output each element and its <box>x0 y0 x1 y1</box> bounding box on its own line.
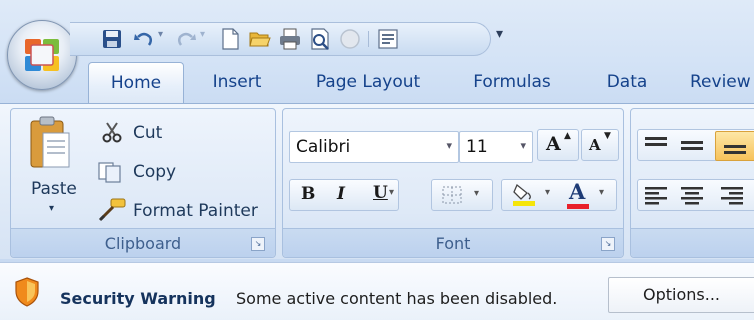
cut-button[interactable]: Cut <box>133 123 162 143</box>
format-painter-button[interactable]: Format Painter <box>133 201 258 221</box>
font-size-dropdown-icon[interactable]: ▾ <box>520 139 526 152</box>
undo-dropdown-icon[interactable]: ▾ <box>158 29 163 40</box>
font-group-label: Font <box>435 234 471 253</box>
undo-icon[interactable] <box>132 27 156 51</box>
font-name-value: Calibri <box>296 137 351 157</box>
shrink-font-button[interactable]: A ▼ <box>581 129 619 161</box>
clipboard-launcher-icon[interactable]: ↘ <box>251 237 265 251</box>
fill-color-icon[interactable] <box>511 181 537 207</box>
copy-button[interactable]: Copy <box>133 162 176 182</box>
underline-button[interactable]: U <box>373 183 388 203</box>
font-size-value: 11 <box>466 137 488 157</box>
tab-page-layout[interactable]: Page Layout <box>300 62 436 102</box>
tab-home[interactable]: Home <box>88 62 184 103</box>
paste-dropdown-icon[interactable]: ▾ <box>49 203 54 214</box>
align-right-icon[interactable] <box>719 185 745 205</box>
underline-dropdown-icon[interactable]: ▾ <box>389 187 394 198</box>
alignment-label-bar <box>631 228 754 257</box>
properties-icon[interactable] <box>376 27 400 51</box>
scissors-icon <box>102 122 122 143</box>
align-bottom-icon <box>724 145 746 154</box>
font-color-button[interactable]: A <box>569 179 585 204</box>
ribbon: Paste ▾ Cut Copy Format Painter Clipboar… <box>0 103 754 259</box>
font-launcher-icon[interactable]: ↘ <box>601 237 615 251</box>
redo-icon[interactable] <box>174 27 198 51</box>
options-button-label: Options... <box>643 285 720 304</box>
copy-icon <box>98 162 121 183</box>
align-left-icon[interactable] <box>643 185 669 205</box>
open-folder-icon[interactable] <box>248 27 272 51</box>
save-icon[interactable] <box>100 27 124 51</box>
grow-font-letter: A <box>546 133 561 155</box>
grow-arrow-icon: ▲ <box>564 131 571 141</box>
font-color-dropdown-icon[interactable]: ▾ <box>599 187 604 198</box>
align-center-icon[interactable] <box>679 185 705 205</box>
grow-font-button[interactable]: A ▲ <box>537 129 579 161</box>
shrink-arrow-icon: ▼ <box>604 131 611 141</box>
format-painter-icon <box>98 198 126 222</box>
font-name-dropdown-icon[interactable]: ▾ <box>446 139 452 152</box>
security-warning-message: Some active content has been disabled. <box>236 289 558 308</box>
customize-toolbar-icon[interactable]: ▾ <box>496 26 503 42</box>
ribbon-tabs: Home Insert Page Layout Formulas Data Re… <box>0 62 754 104</box>
quick-access-toolbar: ▾ ▾ <box>70 22 491 56</box>
security-warning-title: Security Warning <box>60 289 216 308</box>
alignment-group <box>630 108 754 258</box>
print-preview-icon[interactable] <box>308 27 332 51</box>
italic-button[interactable]: I <box>337 184 345 204</box>
align-top-icon[interactable] <box>643 135 669 155</box>
paste-button-label[interactable]: Paste <box>31 179 77 199</box>
font-color-swatch <box>567 204 589 209</box>
disabled-circle-icon[interactable] <box>338 27 362 51</box>
align-bottom-button[interactable] <box>715 131 754 161</box>
shield-icon <box>15 277 39 307</box>
borders-button[interactable]: ▾ <box>431 179 493 211</box>
font-size-select[interactable]: 11 ▾ <box>459 131 533 163</box>
tab-review[interactable]: Review <box>690 62 754 102</box>
tab-insert[interactable]: Insert <box>196 62 278 102</box>
font-name-select[interactable]: Calibri ▾ <box>289 131 459 163</box>
toolbar-separator <box>368 31 369 47</box>
clipboard-group: Paste ▾ Cut Copy Format Painter Clipboar… <box>10 108 276 258</box>
options-button[interactable]: Options... <box>608 277 754 313</box>
tab-formulas[interactable]: Formulas <box>462 62 562 102</box>
paste-icon[interactable] <box>29 115 71 171</box>
clipboard-group-label: Clipboard <box>104 234 182 253</box>
align-middle-icon[interactable] <box>679 135 705 155</box>
shrink-font-letter: A <box>589 136 601 154</box>
font-group: Calibri ▾ 11 ▾ A ▲ A ▼ B I U ▾ ▾ ▾ A ▾ F… <box>282 108 624 258</box>
redo-dropdown-icon[interactable]: ▾ <box>200 29 205 40</box>
excel-window: ▾ ▾ ▾ Home Insert Page Layout Formulas D… <box>0 0 754 320</box>
borders-dropdown-icon[interactable]: ▾ <box>474 188 479 199</box>
new-document-icon[interactable] <box>218 27 242 51</box>
security-warning-bar: Security Warning Some active content has… <box>0 262 754 320</box>
bold-button[interactable]: B <box>301 184 315 204</box>
fill-color-dropdown-icon[interactable]: ▾ <box>545 187 550 198</box>
borders-icon <box>442 186 462 204</box>
tab-data[interactable]: Data <box>592 62 662 102</box>
print-icon[interactable] <box>278 27 302 51</box>
